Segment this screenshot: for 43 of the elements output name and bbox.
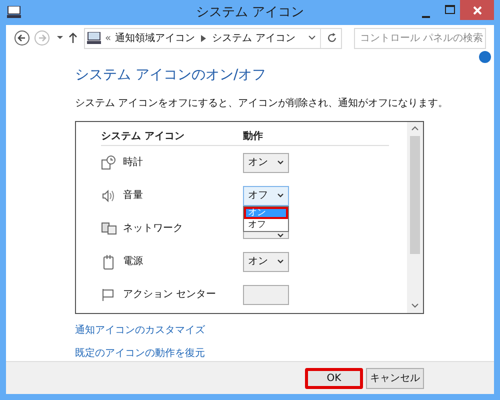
caret-icon[interactable] (56, 35, 64, 41)
refresh-icon[interactable] (325, 32, 339, 44)
clock-icon (101, 154, 117, 170)
chevron-icon[interactable] (201, 34, 206, 42)
up-arrow-icon[interactable] (68, 32, 78, 44)
caret-icon (277, 259, 284, 264)
scrollbar-thumb[interactable] (410, 136, 420, 254)
scrollbar[interactable] (407, 122, 423, 313)
column-header: 動作 (243, 130, 263, 144)
window-title: システム アイコン (196, 4, 304, 22)
icon-name: アクション センター (123, 288, 218, 302)
column-header: システム アイコン (101, 130, 186, 144)
dropdown-icon[interactable] (308, 35, 316, 41)
icon-name: 音量 (123, 188, 144, 203)
network-icon (101, 220, 117, 236)
close-button[interactable] (460, 0, 494, 20)
computer-icon (87, 32, 101, 44)
caret-icon (277, 193, 284, 198)
computer-icon (7, 6, 21, 18)
overflow-chevron[interactable]: « (105, 30, 112, 46)
link[interactable]: 通知アイコンのカスタマイズ (75, 323, 205, 338)
behavior-dropdown[interactable]: オン (243, 252, 289, 272)
maximize-button[interactable] (445, 5, 455, 14)
breadcrumb-item[interactable]: システム アイコン (212, 30, 296, 46)
icon-name: ネットワーク (123, 222, 184, 236)
help-icon[interactable] (479, 51, 491, 63)
description-text: システム アイコンをオフにすると、アイコンが削除され、通知がオフになります。 (75, 96, 448, 111)
caret-icon (277, 160, 284, 165)
link[interactable]: 既定のアイコンの動作を復元 (75, 346, 205, 361)
back-icon[interactable] (14, 30, 30, 46)
caret-icon (277, 232, 284, 238)
close-icon (472, 6, 482, 14)
address-bar[interactable]: « 通知領域アイコン システム アイコン (84, 28, 342, 48)
behavior-dropdown[interactable]: オン (243, 152, 289, 172)
page-heading: システム アイコンのオン/オフ (75, 66, 268, 85)
dropdown-option[interactable]: オフ (244, 218, 288, 230)
icon-name: 電源 (123, 255, 144, 269)
breadcrumb-item[interactable]: 通知領域アイコン (115, 30, 196, 46)
dialog-button[interactable]: OK (305, 368, 363, 388)
icon-name: 時計 (123, 156, 144, 170)
dialog-button[interactable]: キャンセル (366, 368, 424, 388)
speaker-icon (101, 188, 117, 204)
search-field[interactable]: コントロール パネルの検索 (354, 28, 486, 48)
